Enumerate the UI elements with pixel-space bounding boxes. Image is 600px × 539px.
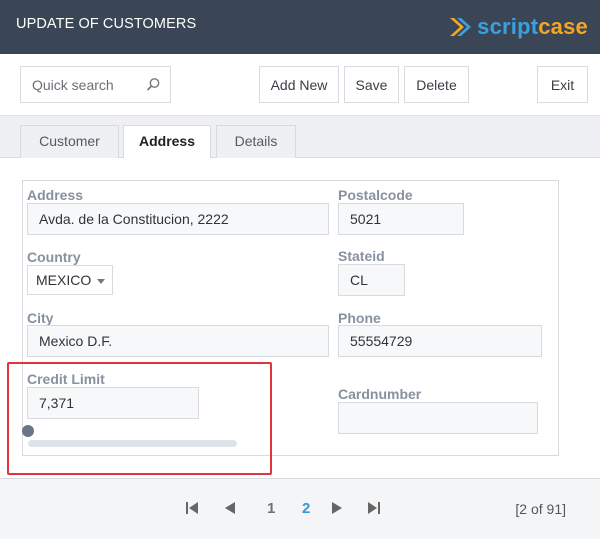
delete-button[interactable]: Delete <box>404 66 469 103</box>
page-link-1[interactable]: 1 <box>267 500 275 517</box>
postalcode-label: Postalcode <box>338 187 413 203</box>
stateid-label: Stateid <box>338 248 385 264</box>
previous-page-icon[interactable] <box>224 501 236 515</box>
save-button[interactable]: Save <box>344 66 399 103</box>
logo-text-script: script <box>477 14 539 39</box>
first-page-icon[interactable] <box>185 501 199 515</box>
country-select-value: MEXICO <box>36 272 92 288</box>
quick-search-placeholder: Quick search <box>32 77 114 93</box>
address-field[interactable]: Avda. de la Constitucion, 2222 <box>27 203 329 235</box>
pagination-bar: 1 2 [2 of 91] <box>0 478 600 539</box>
phone-field[interactable]: 55554729 <box>338 325 542 357</box>
logo-text-case: case <box>538 14 588 39</box>
tab-details[interactable]: Details <box>216 125 296 159</box>
tab-bar: Customer Address Details <box>0 116 600 159</box>
app-header: UPDATE OF CUSTOMERS script case <box>0 0 600 54</box>
search-icon[interactable] <box>146 77 161 92</box>
address-label: Address <box>27 187 84 203</box>
country-label: Country <box>27 249 81 265</box>
record-counter: [2 of 91] <box>515 501 566 517</box>
page-title: UPDATE OF CUSTOMERS <box>16 16 197 32</box>
credit-limit-highlight <box>7 362 272 475</box>
country-select[interactable]: MEXICO <box>27 265 113 295</box>
add-new-button[interactable]: Add New <box>259 66 339 103</box>
cardnumber-label: Cardnumber <box>338 386 422 402</box>
cardnumber-field[interactable] <box>338 402 538 434</box>
scriptcase-logo: script case <box>447 12 588 42</box>
quick-search-input[interactable]: Quick search <box>20 66 171 103</box>
city-field[interactable]: Mexico D.F. <box>27 325 329 357</box>
page-link-2-current[interactable]: 2 <box>302 500 310 517</box>
stateid-field[interactable]: CL <box>338 264 405 296</box>
tab-address[interactable]: Address <box>123 125 211 159</box>
toolbar: Quick search Add New Save Delete Exit <box>0 54 600 116</box>
tab-customer[interactable]: Customer <box>20 125 119 159</box>
next-page-icon[interactable] <box>331 501 343 515</box>
chevron-down-icon <box>97 279 105 284</box>
city-label: City <box>27 310 54 326</box>
last-page-icon[interactable] <box>367 501 381 515</box>
scriptcase-chevron-icon <box>450 18 472 36</box>
phone-label: Phone <box>338 310 381 326</box>
exit-button[interactable]: Exit <box>537 66 588 103</box>
postalcode-field[interactable]: 5021 <box>338 203 464 235</box>
